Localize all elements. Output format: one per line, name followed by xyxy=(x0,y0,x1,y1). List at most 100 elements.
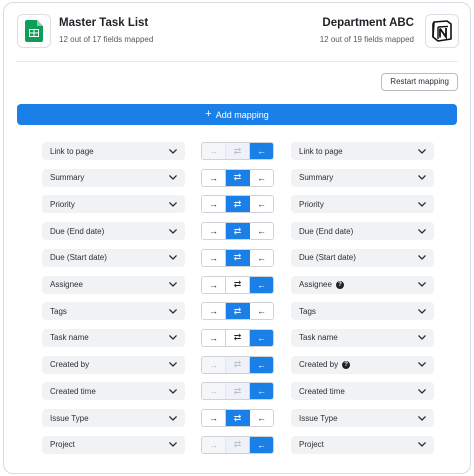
destination-field-select[interactable]: Priority xyxy=(291,195,434,214)
destination-field-select[interactable]: Tags xyxy=(291,302,434,321)
chevron-down-icon xyxy=(168,414,177,423)
arrows-swap-icon[interactable]: ⇄ xyxy=(226,196,250,213)
arrow-left-icon[interactable]: ← xyxy=(250,196,273,213)
chevron-down-icon xyxy=(417,280,426,289)
chevron-down-icon xyxy=(168,333,177,342)
arrow-right-icon[interactable]: → xyxy=(202,276,226,293)
arrows-swap-icon[interactable]: ⇄ xyxy=(226,223,250,240)
arrows-swap-icon[interactable]: ⇄ xyxy=(226,356,250,373)
restart-mapping-button[interactable]: Restart mapping xyxy=(381,73,458,91)
source-field-select[interactable]: Tags xyxy=(42,302,185,321)
sync-direction-toggle[interactable]: → ⇄ ← xyxy=(201,248,274,267)
arrow-right-icon[interactable]: → xyxy=(202,196,226,213)
chevron-down-icon xyxy=(417,440,426,449)
sync-direction-toggle[interactable]: → ⇄ ← xyxy=(201,382,274,401)
arrow-left-icon[interactable]: ← xyxy=(250,410,273,426)
source-field-select[interactable]: Assignee xyxy=(42,275,185,294)
plus-icon: + xyxy=(205,108,212,120)
sync-direction-toggle[interactable]: → ⇄ ← xyxy=(201,275,274,294)
arrow-left-icon[interactable]: ← xyxy=(250,329,273,346)
sync-direction-toggle[interactable]: → ⇄ ← xyxy=(201,302,274,321)
destination-field-text: Link to page xyxy=(299,146,343,156)
arrow-right-icon[interactable]: → xyxy=(202,223,226,240)
help-icon[interactable]: ? xyxy=(335,280,344,289)
destination-field-label: Link to page xyxy=(299,147,417,156)
sync-direction-toggle[interactable]: → ⇄ ← xyxy=(201,168,274,187)
sync-direction-toggle[interactable]: → ⇄ ← xyxy=(201,435,274,454)
arrow-left-icon[interactable]: ← xyxy=(250,276,273,293)
arrow-left-icon[interactable]: ← xyxy=(250,143,273,159)
chevron-down-icon xyxy=(168,360,177,369)
destination-field-select[interactable]: Due (Start date) xyxy=(291,248,434,267)
arrow-left-icon[interactable]: ← xyxy=(250,249,273,266)
source-field-select[interactable]: Issue Type xyxy=(42,409,185,427)
arrow-right-icon[interactable]: → xyxy=(202,169,226,186)
arrows-swap-icon[interactable]: ⇄ xyxy=(226,249,250,266)
destination-field-label: Created by? xyxy=(299,360,417,369)
arrows-swap-icon[interactable]: ⇄ xyxy=(226,276,250,293)
sync-direction-toggle[interactable]: → ⇄ ← xyxy=(201,195,274,214)
source-field-select[interactable]: Task name xyxy=(42,328,185,347)
mapping-row: Created time → ⇄ ← Created time xyxy=(4,382,470,401)
source-field-select[interactable]: Due (Start date) xyxy=(42,248,185,267)
destination-field-label: Created time xyxy=(299,387,417,396)
destination-field-select[interactable]: Created by? xyxy=(291,355,434,374)
sync-direction-toggle[interactable]: → ⇄ ← xyxy=(201,142,274,160)
arrow-right-icon[interactable]: → xyxy=(202,383,226,400)
source-field-select[interactable]: Created time xyxy=(42,382,185,401)
arrow-right-icon[interactable]: → xyxy=(202,356,226,373)
arrow-left-icon[interactable]: ← xyxy=(250,436,273,453)
arrow-right-icon[interactable]: → xyxy=(202,143,226,159)
source-field-label: Summary xyxy=(50,173,85,183)
add-mapping-button[interactable]: + Add mapping xyxy=(17,104,457,125)
arrows-swap-icon[interactable]: ⇄ xyxy=(226,410,250,426)
chevron-down-icon xyxy=(168,280,177,289)
sync-direction-toggle[interactable]: → ⇄ ← xyxy=(201,328,274,347)
mapping-row: Link to page → ⇄ ← Link to page xyxy=(4,142,470,160)
arrows-swap-icon[interactable]: ⇄ xyxy=(226,169,250,186)
destination-field-select[interactable]: Project xyxy=(291,435,434,454)
destination-title: Department ABC xyxy=(322,17,414,29)
destination-field-text: Created time xyxy=(299,386,345,396)
help-icon[interactable]: ? xyxy=(342,360,351,369)
destination-field-select[interactable]: Summary xyxy=(291,168,434,187)
source-field-select[interactable]: Project xyxy=(42,435,185,454)
destination-field-select[interactable]: Due (End date) xyxy=(291,222,434,241)
source-field-select[interactable]: Priority xyxy=(42,195,185,214)
arrow-right-icon[interactable]: → xyxy=(202,410,226,426)
arrow-right-icon[interactable]: → xyxy=(202,329,226,346)
sync-direction-toggle[interactable]: → ⇄ ← xyxy=(201,409,274,427)
source-field-select[interactable]: Link to page xyxy=(42,142,185,160)
source-field-select[interactable]: Due (End date) xyxy=(42,222,185,241)
arrow-left-icon[interactable]: ← xyxy=(250,169,273,186)
destination-field-select[interactable]: Link to page xyxy=(291,142,434,160)
arrows-swap-icon[interactable]: ⇄ xyxy=(226,383,250,400)
arrow-right-icon[interactable]: → xyxy=(202,436,226,453)
destination-field-select[interactable]: Issue Type xyxy=(291,409,434,427)
arrow-right-icon[interactable]: → xyxy=(202,303,226,320)
arrow-left-icon[interactable]: ← xyxy=(250,383,273,400)
source-field-label: Task name xyxy=(50,333,89,343)
arrows-swap-icon[interactable]: ⇄ xyxy=(226,143,250,159)
sync-direction-toggle[interactable]: → ⇄ ← xyxy=(201,355,274,374)
arrow-left-icon[interactable]: ← xyxy=(250,356,273,373)
arrow-right-icon[interactable]: → xyxy=(202,249,226,266)
source-field-label: Priority xyxy=(50,199,75,209)
mapping-row: Due (Start date) → ⇄ ← Due (Start date) xyxy=(4,248,470,267)
chevron-down-icon xyxy=(417,333,426,342)
arrows-swap-icon[interactable]: ⇄ xyxy=(226,329,250,346)
source-field-select[interactable]: Created by xyxy=(42,355,185,374)
destination-field-select[interactable]: Created time xyxy=(291,382,434,401)
source-field-select[interactable]: Summary xyxy=(42,168,185,187)
destination-field-text: Project xyxy=(299,440,324,450)
arrow-left-icon[interactable]: ← xyxy=(250,223,273,240)
arrows-swap-icon[interactable]: ⇄ xyxy=(226,303,250,320)
arrow-left-icon[interactable]: ← xyxy=(250,303,273,320)
destination-field-select[interactable]: Task name xyxy=(291,328,434,347)
destination-field-select[interactable]: Assignee? xyxy=(291,275,434,294)
sync-direction-toggle[interactable]: → ⇄ ← xyxy=(201,222,274,241)
source-field-label: Link to page xyxy=(50,146,94,156)
destination-field-text: Task name xyxy=(299,333,338,343)
arrows-swap-icon[interactable]: ⇄ xyxy=(226,436,250,453)
chevron-down-icon xyxy=(417,253,426,262)
